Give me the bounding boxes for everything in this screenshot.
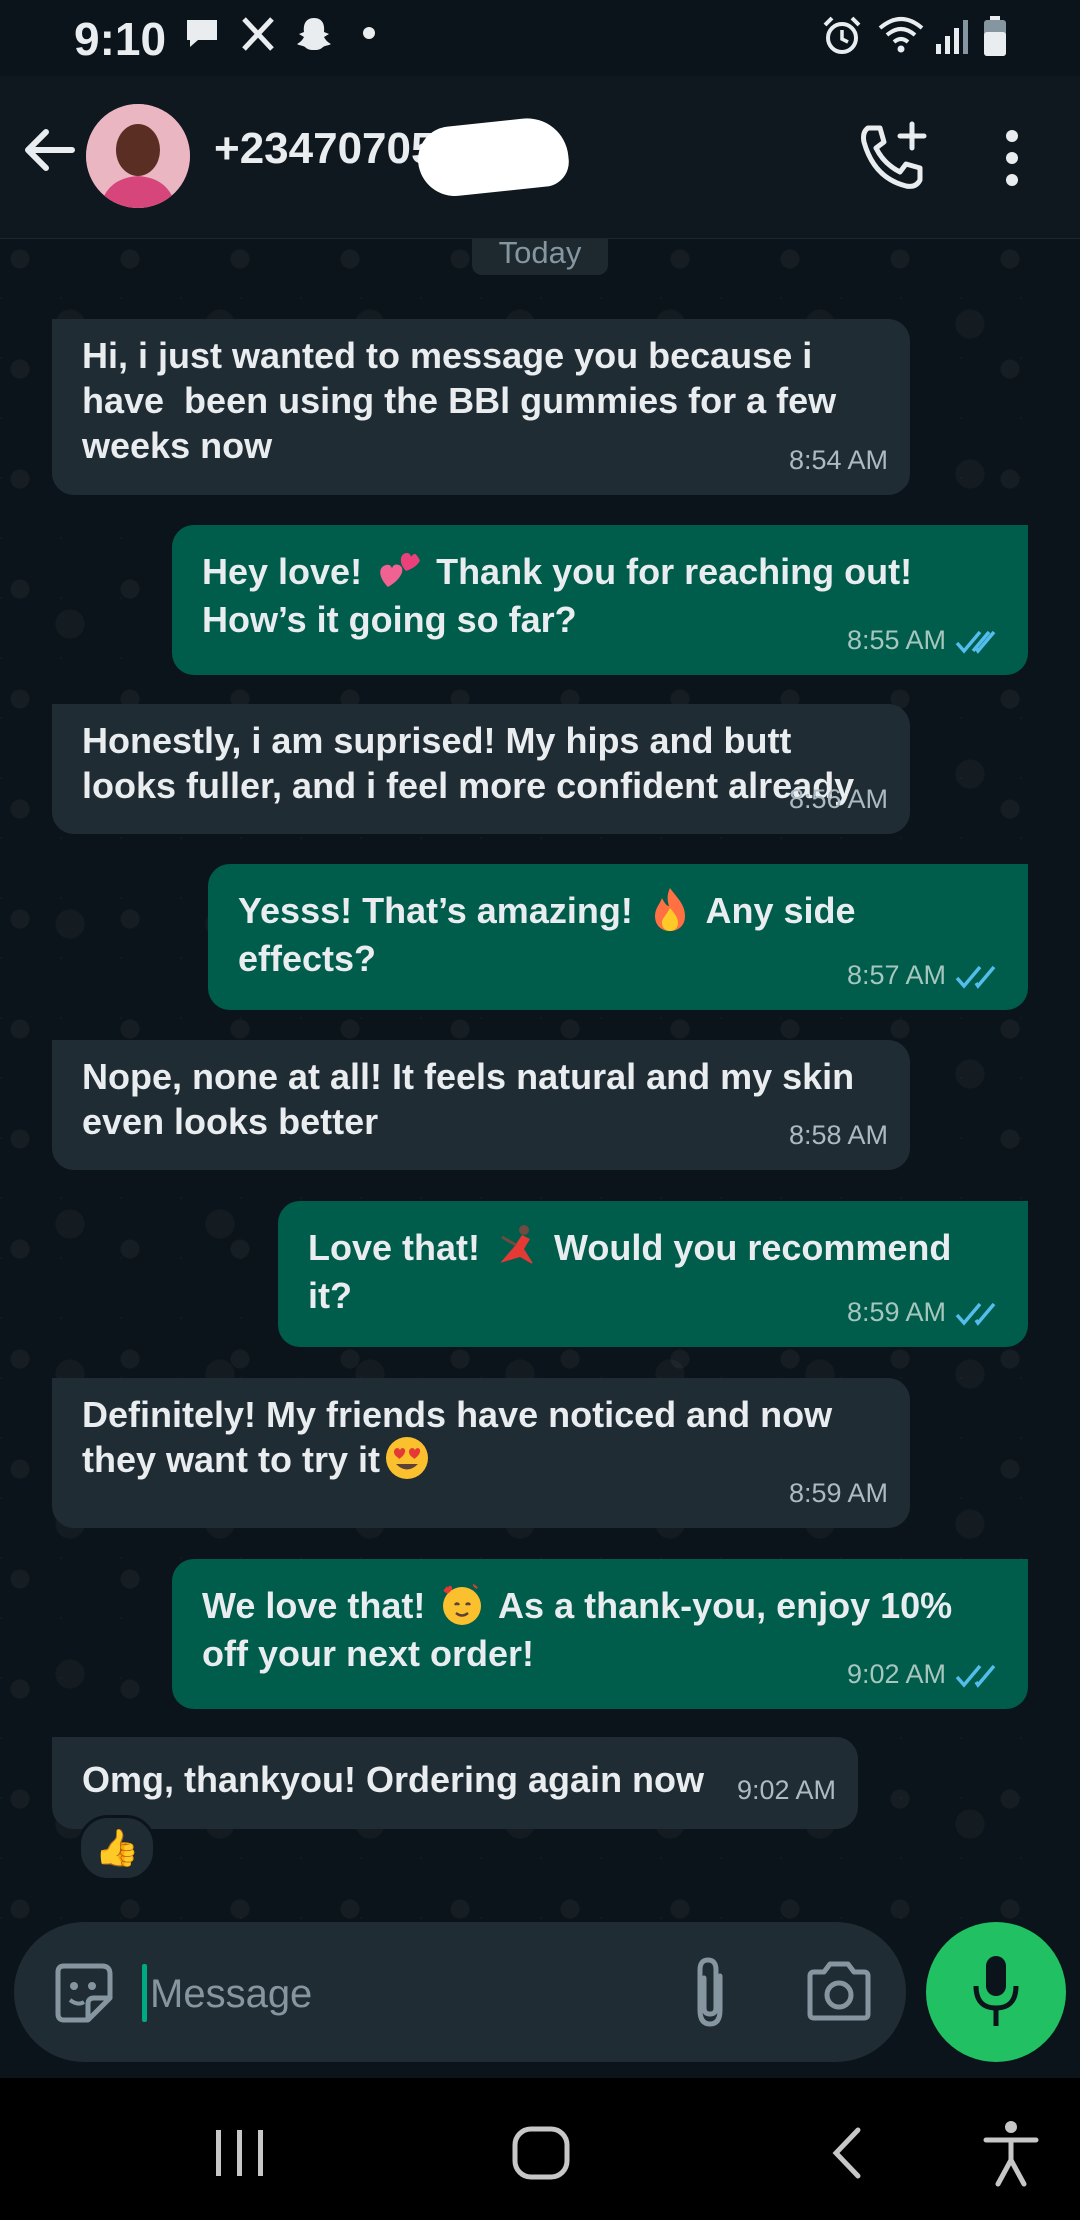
voice-message-button[interactable]	[926, 1922, 1066, 2062]
message-time-status: 9:02 AM	[847, 1652, 1006, 1697]
home-icon[interactable]	[510, 2124, 572, 2182]
x-icon	[242, 17, 274, 51]
mic-icon	[973, 1956, 1019, 2026]
message-time-status: 8:57 AM	[847, 953, 1006, 998]
message-text: Hey love!	[202, 551, 373, 592]
signal-icon	[936, 20, 968, 54]
dancer-emoji	[500, 1225, 535, 1266]
read-ticks-icon	[955, 630, 996, 654]
system-nav-bar	[0, 2078, 1080, 2220]
message-input[interactable]	[148, 1958, 632, 2030]
chat-header: +234707052	[0, 76, 1080, 239]
back-arrow-icon[interactable]	[18, 118, 82, 182]
battery-icon	[984, 16, 1006, 56]
message-text: Yesss! That’s amazing!	[238, 890, 643, 931]
more-vert-icon[interactable]	[990, 126, 1034, 190]
back-icon[interactable]	[826, 2124, 866, 2182]
read-ticks-icon	[955, 1302, 996, 1326]
smiling-hearts-emoji	[443, 1583, 482, 1626]
two-hearts-emoji	[380, 553, 421, 588]
message-time: 8:59 AM	[846, 1297, 946, 1327]
add-call-icon[interactable]	[856, 120, 930, 194]
message-incoming[interactable]: Honestly, i am suprised! My hips and but…	[52, 704, 910, 834]
message-time-status: 8:59 AM	[847, 1290, 1006, 1335]
message-time: 8:56 AM	[788, 784, 888, 814]
message-text: Honestly, i am suprised! My hips and but…	[82, 720, 855, 806]
avatar-photo	[86, 104, 190, 208]
message-text: Love that!	[308, 1227, 491, 1268]
status-bar: 9:10	[0, 0, 1080, 76]
dot-icon	[363, 27, 375, 39]
status-time: 9:10	[74, 13, 167, 65]
chat-area[interactable]: Today Hi, i just wanted to message you b…	[0, 239, 1080, 1935]
accessibility-icon[interactable]	[980, 2118, 1042, 2188]
fire-emoji	[654, 888, 685, 932]
message-incoming[interactable]: Definitely! My friends have noticed and …	[52, 1378, 910, 1528]
sticker-icon[interactable]	[48, 1958, 118, 2028]
message-composer	[14, 1922, 906, 2062]
message-time: 9:02 AM	[846, 1659, 946, 1689]
message-incoming[interactable]: Nope, none at all! It feels natural and …	[52, 1040, 910, 1170]
message-time: 9:02 AM	[736, 1775, 836, 1805]
message-incoming[interactable]: Omg, thankyou! Ordering again now 9:02 A…	[52, 1737, 858, 1829]
message-time: 8:57 AM	[846, 960, 946, 990]
message-outgoing[interactable]: Yesss! That’s amazing! Any side effects?…	[208, 864, 1028, 1010]
message-time-status: 8:55 AM	[847, 618, 1006, 663]
message-text: We love that!	[202, 1585, 436, 1626]
message-text: Definitely! My friends have noticed and …	[82, 1394, 843, 1480]
message-outgoing[interactable]: Love that! Would you recommend it? 8:59 …	[278, 1201, 1028, 1347]
heart-eyes-emoji	[386, 1437, 429, 1480]
message-text: Nope, none at all! It feels natural and …	[82, 1056, 865, 1142]
read-ticks-icon	[955, 965, 996, 989]
message-text: Omg, thankyou! Ordering again now	[82, 1759, 705, 1800]
message-time: 8:55 AM	[846, 625, 946, 655]
paperclip-icon[interactable]	[674, 1954, 746, 2030]
message-icon	[187, 20, 217, 47]
avatar[interactable]	[86, 104, 190, 208]
reaction-badge[interactable]: 👍	[78, 1815, 156, 1881]
message-incoming[interactable]: Hi, i just wanted to message you because…	[52, 319, 910, 495]
date-chip: Today	[472, 239, 608, 275]
read-ticks-icon	[955, 1664, 996, 1688]
camera-icon[interactable]	[804, 1958, 874, 2024]
message-outgoing[interactable]: We love that! As a thank-you, enjoy 10% …	[172, 1559, 1028, 1709]
message-text: Hi, i just wanted to message you because…	[82, 335, 847, 466]
text-cursor	[142, 1964, 147, 2022]
message-outgoing[interactable]: Hey love! Thank you for reaching out! Ho…	[172, 525, 1028, 675]
message-time: 8:59 AM	[788, 1478, 888, 1508]
message-time: 8:58 AM	[788, 1120, 888, 1150]
alarm-icon	[823, 16, 861, 54]
message-time: 8:54 AM	[788, 445, 888, 475]
recent-apps-icon[interactable]	[210, 2126, 270, 2180]
snapchat-icon	[297, 18, 331, 50]
wifi-icon	[878, 17, 924, 53]
